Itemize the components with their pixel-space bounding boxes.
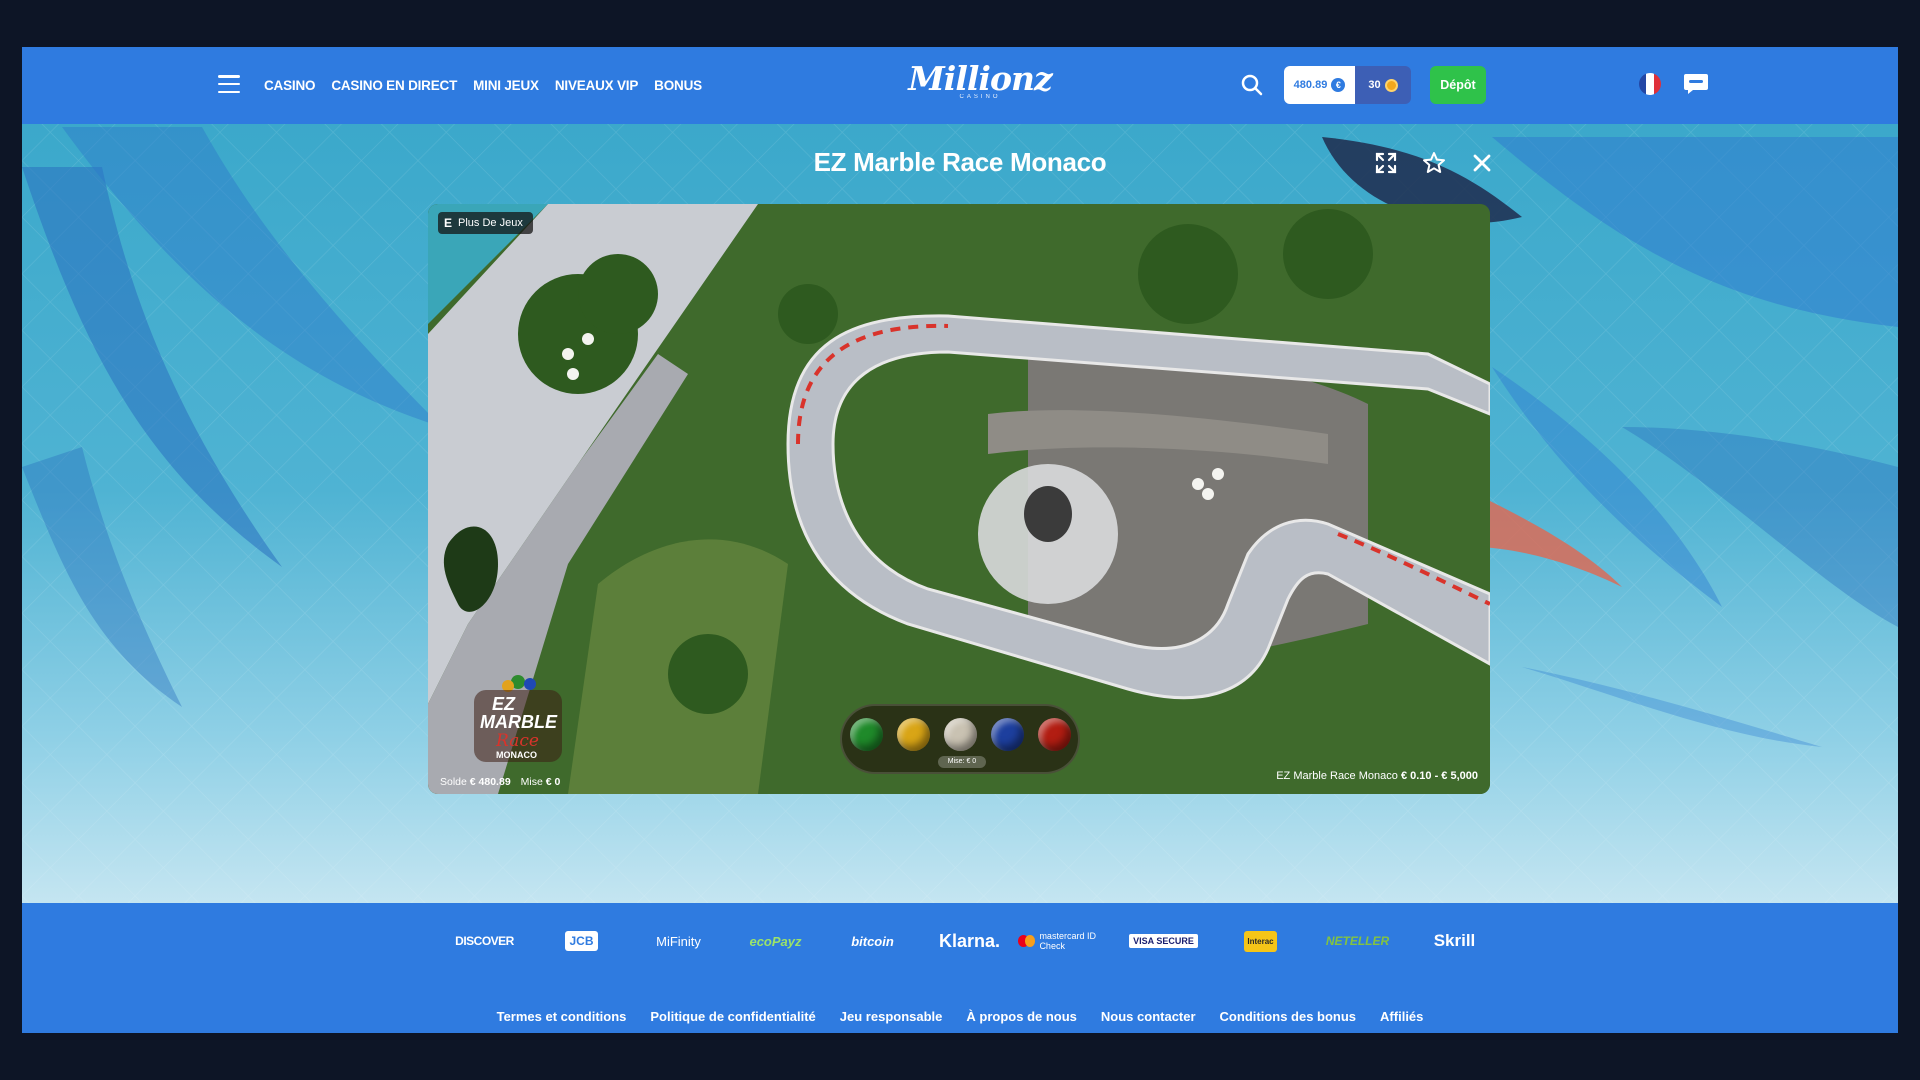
balance-value: 480.89 xyxy=(1293,79,1328,91)
payment-mastercard: mastercard ID Check xyxy=(1018,923,1115,959)
site-footer: DISCOVER JCB MiFinity ecoPayz bitcoin Kl… xyxy=(22,903,1898,1033)
bet-label: Mise xyxy=(520,776,543,788)
marble-green[interactable] xyxy=(849,717,883,751)
deposit-button[interactable]: Dépôt xyxy=(1430,66,1486,104)
payment-jcb: JCB xyxy=(533,923,630,959)
limits-game-name: EZ Marble Race Monaco xyxy=(1276,770,1398,782)
french-flag-icon[interactable] xyxy=(1639,73,1661,95)
footer-links: Termes et conditions Politique de confid… xyxy=(22,1009,1898,1024)
nav-mini-games[interactable]: MINI JEUX xyxy=(473,78,539,93)
link-affiliates[interactable]: Affiliés xyxy=(1380,1009,1423,1024)
link-terms[interactable]: Termes et conditions xyxy=(497,1009,627,1024)
nav-live-casino[interactable]: CASINO EN DIRECT xyxy=(331,78,457,93)
payment-mifinity: MiFinity xyxy=(656,933,701,949)
link-bonus-terms[interactable]: Conditions des bonus xyxy=(1220,1009,1357,1024)
hamburger-menu-icon[interactable] xyxy=(218,75,240,93)
payment-visa: VISA SECURE xyxy=(1115,923,1212,959)
points-value: 30 xyxy=(1368,79,1381,91)
player-balance-info: Solde € 480.89 Mise € 0 xyxy=(440,776,560,788)
logo-line-marble: MARBLE xyxy=(480,712,558,732)
casino-page: CASINO CASINO EN DIRECT MINI JEUX NIVEAU… xyxy=(22,47,1898,1033)
payment-bitcoin: bitcoin xyxy=(851,933,894,949)
provider-e-icon: E xyxy=(444,216,453,230)
bet-info: Mise € 0 xyxy=(521,776,561,788)
bet-amount: € 0 xyxy=(545,776,561,788)
payment-interac: Interac xyxy=(1212,923,1309,959)
site-logo[interactable]: Millionz CASINO xyxy=(900,61,1060,109)
nav-casino[interactable]: CASINO xyxy=(264,78,316,93)
loyalty-points-display[interactable]: 30 xyxy=(1355,66,1411,104)
balance-info: Solde € 480.89 xyxy=(440,776,511,788)
link-contact[interactable]: Nous contacter xyxy=(1101,1009,1196,1024)
logo-line-ez: EZ xyxy=(492,694,516,714)
close-icon[interactable] xyxy=(1468,149,1496,177)
limits-range: € 0.10 - € 5,000 xyxy=(1400,770,1478,782)
payment-discover: DISCOVER xyxy=(455,934,514,948)
ez-marble-race-logo: EZ MARBLE Race MONACO xyxy=(466,672,570,768)
euro-coin-icon: € xyxy=(1331,78,1346,92)
nav-vip-levels[interactable]: NIVEAUX VIP xyxy=(555,78,639,93)
marble-red[interactable] xyxy=(1037,717,1071,751)
balance-amount: € 480.89 xyxy=(469,776,511,788)
more-games-label: Plus De Jeux xyxy=(458,217,523,229)
link-responsible-gaming[interactable]: Jeu responsable xyxy=(840,1009,943,1024)
main-nav: CASINO CASINO EN DIRECT MINI JEUX NIVEAU… xyxy=(264,47,702,124)
marble-blue[interactable] xyxy=(990,717,1024,751)
search-icon[interactable] xyxy=(1240,73,1264,97)
payment-neteller: NETELLER xyxy=(1325,934,1390,948)
balance-label: Solde xyxy=(440,776,467,788)
table-limits: EZ Marble Race Monaco € 0.10 - € 5,000 xyxy=(1276,770,1478,782)
game-player[interactable]: E Plus De Jeux EZ MARBLE Race MONACO Mis… xyxy=(428,204,1490,794)
chat-icon[interactable] xyxy=(1683,73,1709,95)
payment-skrill: Skrill xyxy=(1433,931,1476,950)
link-privacy[interactable]: Politique de confidentialité xyxy=(650,1009,815,1024)
logo-subtext: CASINO xyxy=(959,94,1001,100)
fullscreen-icon[interactable] xyxy=(1372,149,1400,177)
game-toolbar xyxy=(1372,149,1496,177)
logo-line-monaco: MONACO xyxy=(496,750,537,760)
payment-klarna: Klarna. xyxy=(938,930,1001,951)
jcb-label: JCB xyxy=(565,931,598,951)
mastercard-orange-circle-icon xyxy=(1024,935,1036,947)
logo-text: Millionz xyxy=(908,59,1052,98)
marble-yellow[interactable] xyxy=(896,717,930,751)
marble-white[interactable] xyxy=(943,717,977,751)
nav-bonus[interactable]: BONUS xyxy=(654,78,702,93)
top-header: CASINO CASINO EN DIRECT MINI JEUX NIVEAU… xyxy=(22,47,1898,124)
balance-display[interactable]: 480.89 € xyxy=(1284,66,1355,104)
gold-coin-icon xyxy=(1384,78,1398,92)
payment-ecopayz: ecoPayz xyxy=(749,933,802,949)
payment-methods: DISCOVER JCB MiFinity ecoPayz bitcoin Kl… xyxy=(436,923,1503,959)
marble-selector: Mise: € 0 xyxy=(840,704,1080,774)
visa-label: VISA SECURE xyxy=(1129,934,1198,948)
marble-bet-label: Mise: € 0 xyxy=(938,756,986,768)
logo-line-race: Race xyxy=(495,731,539,751)
mastercard-label: mastercard ID Check xyxy=(1039,931,1096,951)
game-title: EZ Marble Race Monaco xyxy=(813,147,1107,177)
favorite-star-icon[interactable] xyxy=(1420,149,1448,177)
link-about[interactable]: À propos de nous xyxy=(966,1009,1077,1024)
more-games-button[interactable]: E Plus De Jeux xyxy=(438,212,533,234)
interac-label: Interac xyxy=(1244,930,1277,952)
